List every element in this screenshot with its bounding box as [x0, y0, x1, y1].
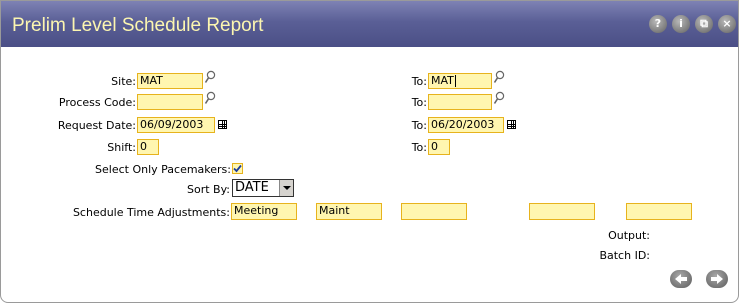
process-code-from-input[interactable] — [137, 94, 203, 110]
process-code-from-lookup-icon[interactable] — [204, 91, 216, 105]
site-to-input[interactable]: MAT — [428, 73, 492, 89]
sort-by-value: DATE — [235, 180, 269, 195]
site-from-lookup-icon[interactable] — [204, 70, 216, 84]
shift-label: Shift: — [107, 141, 136, 154]
request-date-label: Request Date: — [57, 119, 136, 132]
help-icon[interactable]: ? — [649, 15, 667, 33]
request-date-to-input[interactable]: 06/20/2003 — [428, 117, 504, 133]
back-button[interactable] — [670, 270, 692, 288]
process-code-to-input[interactable] — [428, 94, 492, 110]
shift-from-input[interactable]: 0 — [137, 139, 159, 155]
shift-to-label: To: — [411, 141, 427, 154]
request-date-from-input[interactable]: 06/09/2003 — [137, 117, 215, 133]
calendar-icon[interactable] — [218, 120, 227, 129]
sort-by-select[interactable]: DATE — [232, 179, 294, 197]
batch-id-label: Batch ID: — [599, 249, 650, 262]
pacemakers-label: Select Only Pacemakers: — [95, 163, 231, 176]
forward-button[interactable] — [706, 270, 728, 288]
arrow-right-icon — [711, 274, 723, 284]
info-icon[interactable]: i — [672, 15, 690, 33]
adjustment-input-2[interactable]: Maint — [316, 203, 382, 220]
site-from-input[interactable]: MAT — [137, 73, 203, 89]
output-label: Output: — [608, 229, 650, 242]
shift-to-input[interactable]: 0 — [428, 139, 450, 155]
request-date-to-label: To: — [411, 119, 427, 132]
sort-by-label: Sort By: — [186, 183, 230, 196]
process-code-label: Process Code: — [58, 96, 136, 109]
adjustment-input-4[interactable] — [529, 203, 595, 220]
adjustment-input-3[interactable] — [401, 203, 467, 220]
site-to-label: To: — [411, 75, 427, 88]
chevron-down-icon[interactable] — [279, 180, 293, 196]
close-icon[interactable]: × — [718, 15, 736, 33]
schedule-adjustments-label: Schedule Time Adjustments: — [72, 206, 230, 219]
text-cursor — [455, 75, 456, 87]
title-bar: Prelim Level Schedule Report ? i ⧉ × — [1, 1, 738, 47]
window-title: Prelim Level Schedule Report — [12, 15, 264, 36]
process-code-to-label: To: — [411, 96, 427, 109]
adjustment-input-1[interactable]: Meeting — [231, 203, 297, 220]
restore-icon[interactable]: ⧉ — [695, 15, 713, 33]
site-label: Site: — [111, 75, 136, 88]
pacemakers-checkbox[interactable] — [232, 163, 243, 174]
calendar-icon[interactable] — [507, 120, 516, 129]
process-code-to-lookup-icon[interactable] — [493, 91, 505, 105]
site-to-lookup-icon[interactable] — [493, 70, 505, 84]
arrow-left-icon — [675, 274, 687, 284]
adjustment-input-5[interactable] — [626, 203, 692, 220]
